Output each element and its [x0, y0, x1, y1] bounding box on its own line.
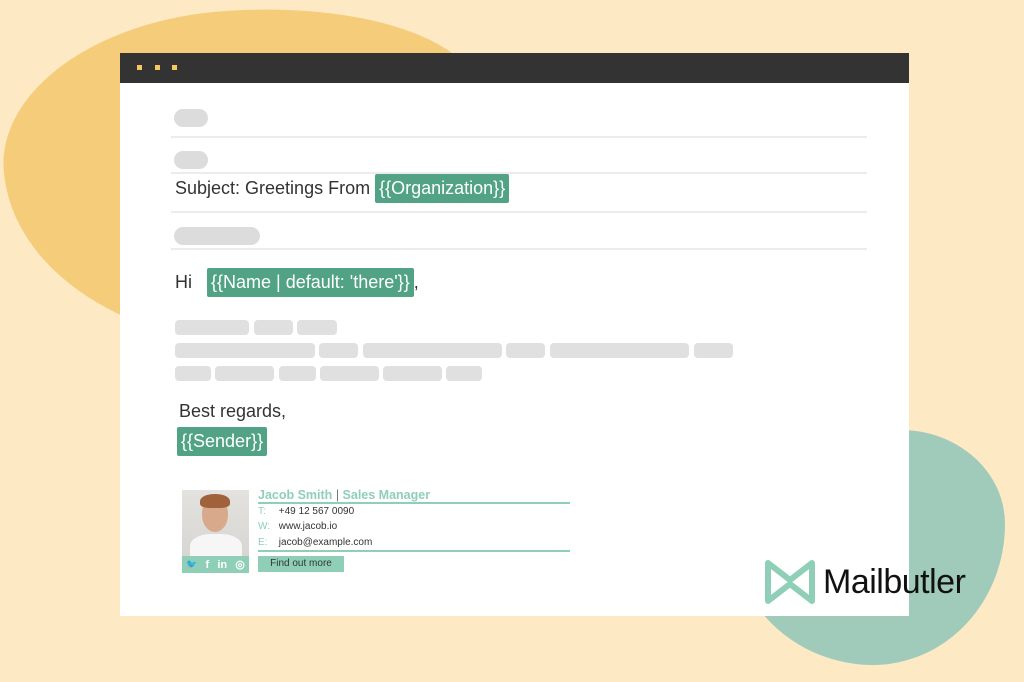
phone-label: T:: [258, 506, 266, 517]
web-label: W:: [258, 521, 271, 532]
mailbutler-logo-icon: [765, 560, 815, 604]
window-titlebar: [120, 53, 909, 83]
signature-name-line: Jacob Smith | Sales Manager: [258, 488, 430, 502]
closing-text: Best regards,: [179, 401, 287, 421]
greeting-text: Hi: [175, 272, 192, 292]
subject-line[interactable]: Subject: Greetings From {{Organization}}: [175, 174, 510, 203]
window-dot[interactable]: [155, 65, 160, 70]
brand-name: Mailbutler: [823, 562, 966, 601]
text-bar: [175, 366, 211, 381]
text-bar: [175, 343, 315, 358]
text-bar: [279, 366, 316, 381]
signature-phone-row: T: +49 12 567 0090: [258, 506, 354, 517]
signature-web-row: W: www.jacob.io: [258, 521, 337, 532]
divider: [171, 211, 867, 213]
window-dot[interactable]: [172, 65, 177, 70]
sender-line: {{Sender}}: [177, 427, 268, 456]
from-field-placeholder: [174, 109, 208, 127]
mailbutler-logo: Mailbutler: [765, 560, 966, 604]
text-bar: [446, 366, 482, 381]
signature-title: Sales Manager: [342, 488, 431, 502]
text-bar: [363, 343, 502, 358]
find-out-more-button[interactable]: Find out more: [258, 556, 344, 572]
facebook-icon[interactable]: f: [205, 559, 209, 571]
signature-email-row: E: jacob@example.com: [258, 537, 372, 548]
organization-tag[interactable]: {{Organization}}: [375, 174, 510, 203]
text-bar: [175, 320, 249, 335]
greeting-suffix: ,: [413, 272, 419, 292]
text-bar: [254, 320, 293, 335]
signature-web[interactable]: www.jacob.io: [279, 521, 337, 532]
greeting-line: Hi {{Name | default: 'there'}},: [175, 268, 419, 297]
sender-tag[interactable]: {{Sender}}: [177, 427, 268, 456]
text-bar: [550, 343, 689, 358]
instagram-icon[interactable]: ◎: [235, 558, 245, 571]
signature-email[interactable]: jacob@example.com: [279, 537, 373, 548]
subject-prefix: Subject: Greetings From: [175, 178, 371, 198]
divider: [171, 136, 867, 138]
text-bar: [215, 366, 274, 381]
twitter-icon[interactable]: 🐦: [186, 559, 197, 570]
signature-phone[interactable]: +49 12 567 0090: [279, 506, 354, 517]
name-tag[interactable]: {{Name | default: 'there'}}: [207, 268, 414, 297]
to-field-placeholder: [174, 151, 208, 169]
signature-divider: [258, 502, 570, 504]
social-links: 🐦 f in ◎: [182, 556, 249, 573]
window-dot[interactable]: [137, 65, 142, 70]
email-window: Subject: Greetings From {{Organization}}…: [120, 53, 909, 616]
signature-divider: [258, 550, 570, 552]
text-bar: [506, 343, 545, 358]
text-bar: [297, 320, 337, 335]
signature-photo: [182, 490, 249, 556]
linkedin-icon[interactable]: in: [217, 559, 227, 571]
signature-separator: |: [335, 488, 340, 502]
email-label: E:: [258, 537, 268, 548]
signature-name: Jacob Smith: [258, 488, 333, 502]
text-bar: [694, 343, 733, 358]
text-bar: [383, 366, 442, 381]
cc-field-placeholder: [174, 227, 260, 245]
divider: [171, 248, 867, 250]
text-bar: [320, 366, 379, 381]
text-bar: [319, 343, 358, 358]
